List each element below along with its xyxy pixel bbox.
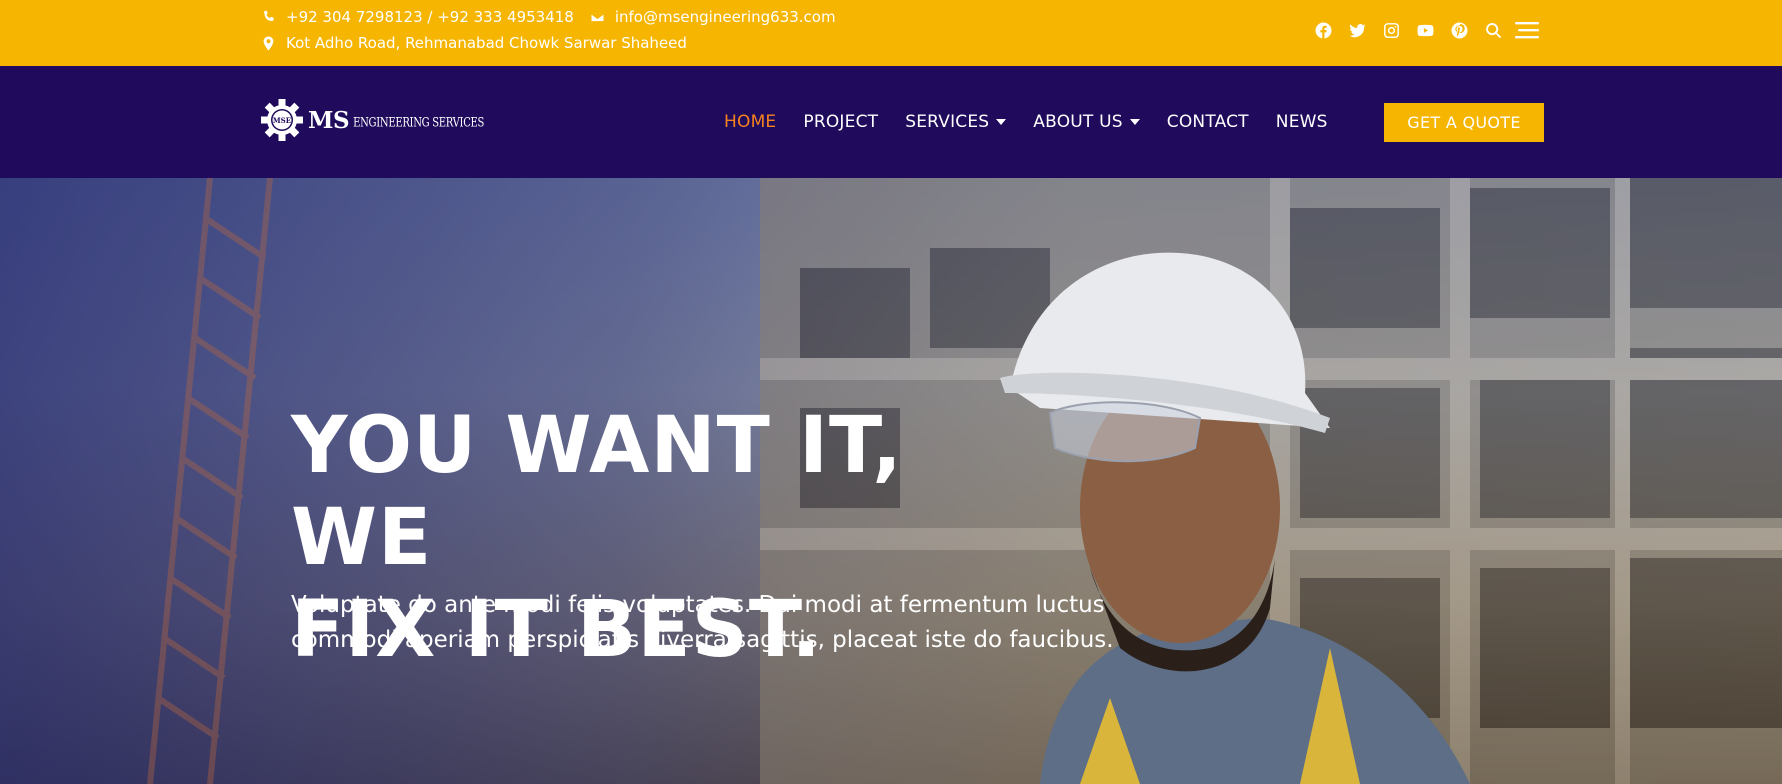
map-marker-icon [261,35,276,51]
youtube-icon[interactable] [1408,18,1442,42]
contact-line-1: +92 304 7298123 / +92 333 4953418 info@m… [261,6,836,28]
gear-logo-icon: MSE [261,99,303,141]
hero-title-line-1: YOU WANT IT, WE [291,401,903,583]
nav-contact-label: CONTACT [1166,112,1249,132]
nav-home[interactable]: HOME [724,112,776,132]
envelope-icon [590,10,605,25]
nav-project-label: PROJECT [803,112,879,132]
search-icon[interactable] [1476,18,1510,42]
contact-line-2: Kot Adho Road, Rehmanabad Chowk Sarwar S… [261,32,687,54]
logo-subtitle: ENGINEERING SERVICES [353,115,485,131]
nav-home-label: HOME [724,112,777,132]
caret-down-icon [1129,119,1140,125]
logo-badge-text: MSE [273,116,291,125]
phone-icon [261,10,276,25]
nav-services-label: SERVICES [905,112,990,132]
pinterest-icon[interactable] [1442,18,1476,42]
caret-down-icon [996,119,1007,125]
instagram-icon[interactable] [1374,18,1408,42]
facebook-icon[interactable] [1306,18,1340,42]
hero-description-line-1: Voluptate do ante modi felis voluptates.… [291,592,1105,618]
nav-news-label: NEWS [1275,112,1328,132]
nav-news[interactable]: NEWS [1276,112,1328,132]
nav-about-us[interactable]: ABOUT US [1033,112,1140,132]
nav-about-us-label: ABOUT US [1033,112,1123,132]
social-links [1306,18,1544,42]
main-header: MSE MS ENGINEERING SERVICES HOME PROJECT… [0,66,1782,178]
email-link[interactable]: info@msengineering633.com [615,8,836,26]
nav-services[interactable]: SERVICES [905,112,1007,132]
nav-project[interactable]: PROJECT [803,112,878,132]
site-logo[interactable]: MSE MS ENGINEERING SERVICES [261,99,484,141]
get-a-quote-button[interactable]: GET A QUOTE [1384,103,1544,142]
main-nav: HOME PROJECT SERVICES ABOUT US CONTACT N… [724,66,1355,178]
top-contact-bar: +92 304 7298123 / +92 333 4953418 info@m… [0,0,1782,66]
hero-section: YOU WANT IT, WE FIX IT BEST. Voluptate d… [0,178,1782,784]
twitter-icon[interactable] [1340,18,1374,42]
phone-numbers[interactable]: +92 304 7298123 / +92 333 4953418 [286,8,574,26]
hamburger-menu-icon[interactable] [1510,18,1544,42]
address-text: Kot Adho Road, Rehmanabad Chowk Sarwar S… [286,34,687,52]
hero-description: Voluptate do ante modi felis voluptates.… [291,588,1131,658]
logo-ms-text: MS [308,106,350,134]
nav-contact[interactable]: CONTACT [1167,112,1249,132]
hero-description-line-2: commodi aperiam perspiciatis viverra sag… [291,627,1114,653]
